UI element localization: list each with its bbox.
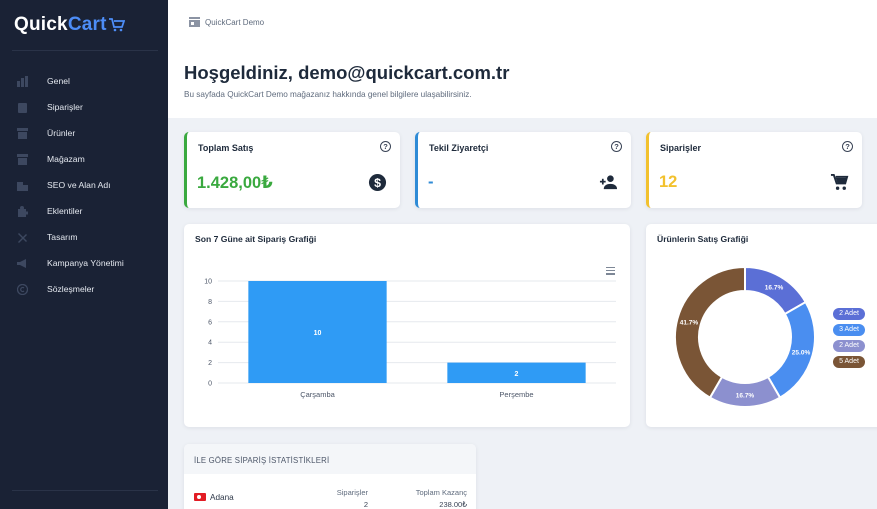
stat-card-orders: Siparişler ? 12	[646, 132, 862, 208]
slice-percent-label: 16.7%	[765, 284, 784, 291]
sidebar-item-eklentiler[interactable]: Eklentiler	[0, 198, 168, 224]
sidebar-item-seo-ve-alan-adı[interactable]: SEO ve Alan Adı	[0, 172, 168, 198]
legend-item[interactable]: 2 Adet	[833, 340, 865, 352]
bar-value-label: 10	[314, 330, 322, 337]
city-stats-panel: İLE GÖRE SİPARİŞ İSTATİSTİKLERİ Siparişl…	[184, 444, 476, 509]
welcome-header: Hoşgeldiniz, demo@quickcart.com.tr Bu sa…	[168, 46, 877, 118]
stat-card-unique-visitors: Tekil Ziyaretçi ? -	[415, 132, 631, 208]
legend-item[interactable]: 3 Adet	[833, 324, 865, 336]
sidebar-item-ürünler[interactable]: Ürünler	[0, 120, 168, 146]
sidebar-item-label: Siparişler	[47, 102, 83, 112]
slice-percent-label: 41.7%	[680, 319, 699, 326]
logo-text-cart: Cart	[67, 14, 107, 35]
copyright-icon	[17, 283, 28, 295]
city-orders-value: 2	[363, 500, 368, 509]
chart-icon	[17, 75, 28, 87]
stat-value: -	[428, 173, 434, 191]
sidebar-divider-top	[12, 50, 158, 51]
megaphone-icon	[17, 258, 28, 269]
city-stats-title: İLE GÖRE SİPARİŞ İSTATİSTİKLERİ	[194, 456, 330, 465]
svg-text:$: $	[374, 176, 381, 190]
col-orders-label: Siparişler	[336, 488, 368, 497]
dollar-circle-icon: $	[368, 173, 387, 192]
sidebar-item-label: Genel	[47, 76, 70, 86]
sidebar-item-label: Ürünler	[47, 128, 76, 138]
stat-title: Tekil Ziyaretçi	[429, 143, 489, 153]
sidebar-item-sözleşmeler[interactable]: Sözleşmeler	[0, 276, 168, 302]
y-tick-label: 8	[208, 299, 212, 306]
stat-card-total-sales: Toplam Satış ? 1.428,00₺ $	[184, 132, 400, 208]
turkey-flag-icon	[194, 493, 206, 501]
sidebar-item-label: Mağazam	[47, 154, 85, 164]
page-title: Hoşgeldiniz, demo@quickcart.com.tr	[184, 62, 510, 83]
bar-value-label: 2	[515, 371, 519, 378]
y-tick-label: 10	[204, 279, 212, 286]
help-icon[interactable]: ?	[380, 141, 391, 152]
sidebar-item-label: Kampanya Yönetimi	[47, 258, 124, 268]
slice-percent-label: 25.0%	[792, 350, 811, 357]
help-icon[interactable]: ?	[842, 141, 853, 152]
sidebar-item-label: Tasarım	[47, 232, 78, 242]
y-tick-label: 6	[208, 319, 212, 326]
stat-title: Siparişler	[660, 143, 702, 153]
breadcrumb-store-name: QuickCart Demo	[205, 17, 265, 27]
bar-chart: 0 2 4 6 8 10 10 Çarşamba 2 Perşembe	[204, 279, 616, 399]
city-revenue-value: 238.00₺	[439, 500, 467, 509]
stat-value: 12	[659, 173, 678, 191]
quickcart-logo[interactable]: Quick Cart	[14, 14, 125, 36]
store-icon	[189, 17, 200, 27]
box-icon	[17, 127, 28, 139]
city-stats-header: İLE GÖRE SİPARİŞ İSTATİSTİKLERİ	[184, 444, 476, 474]
help-icon[interactable]: ?	[611, 141, 622, 152]
sidebar-item-label: Eklentiler	[47, 206, 83, 216]
logo-cart-icon	[108, 18, 125, 32]
sidebar-item-label: Sözleşmeler	[47, 284, 95, 294]
logo-text-quick: Quick	[14, 14, 68, 35]
sidebar-divider-bottom	[12, 490, 158, 491]
sidebar: Quick Cart Genel Siparişler Ürünler Mağazam S…	[0, 0, 168, 509]
y-tick-label: 0	[208, 381, 212, 388]
building-icon	[17, 180, 28, 191]
sidebar-item-genel[interactable]: Genel	[0, 68, 168, 94]
y-tick-label: 4	[208, 340, 212, 347]
sidebar-item-mağazam[interactable]: Mağazam	[0, 146, 168, 172]
stat-title: Toplam Satış	[198, 143, 254, 153]
stat-value: 1.428,00₺	[197, 174, 273, 192]
topbar: QuickCart Demo	[168, 0, 877, 46]
slice-percent-label: 16.7%	[736, 393, 755, 400]
bar-chart-panel: Son 7 Güne ait Sipariş Grafiği 0 2 4 6 8 10 10…	[184, 224, 630, 427]
person-add-icon	[599, 175, 618, 190]
city-name: Adana	[210, 493, 234, 502]
y-tick-label: 2	[208, 360, 212, 367]
sidebar-item-label: SEO ve Alan Adı	[47, 180, 111, 190]
sidebar-item-siparişler[interactable]: Siparişler	[0, 94, 168, 120]
col-revenue-label: Toplam Kazanç	[415, 488, 467, 497]
clipboard-icon	[17, 102, 28, 113]
sidebar-menu: Genel Siparişler Ürünler Mağazam SEO ve Alan…	[0, 68, 168, 302]
x-tick-label: Çarşamba	[300, 390, 335, 399]
page-subtitle: Bu sayfada QuickCart Demo mağazanız hakk…	[184, 90, 472, 99]
breadcrumb[interactable]: QuickCart Demo	[189, 17, 264, 27]
sidebar-item-tasarım[interactable]: Tasarım	[0, 224, 168, 250]
puzzle-icon	[17, 205, 28, 217]
legend-item[interactable]: 5 Adet	[833, 356, 865, 368]
store-icon	[17, 153, 28, 165]
tools-icon	[17, 232, 28, 243]
x-tick-label: Perşembe	[499, 390, 533, 399]
donut-slice	[674, 265, 746, 399]
sidebar-item-kampanya-yönetimi[interactable]: Kampanya Yönetimi	[0, 250, 168, 276]
cart-icon	[830, 173, 849, 190]
legend-item[interactable]: 2 Adet	[833, 308, 865, 320]
